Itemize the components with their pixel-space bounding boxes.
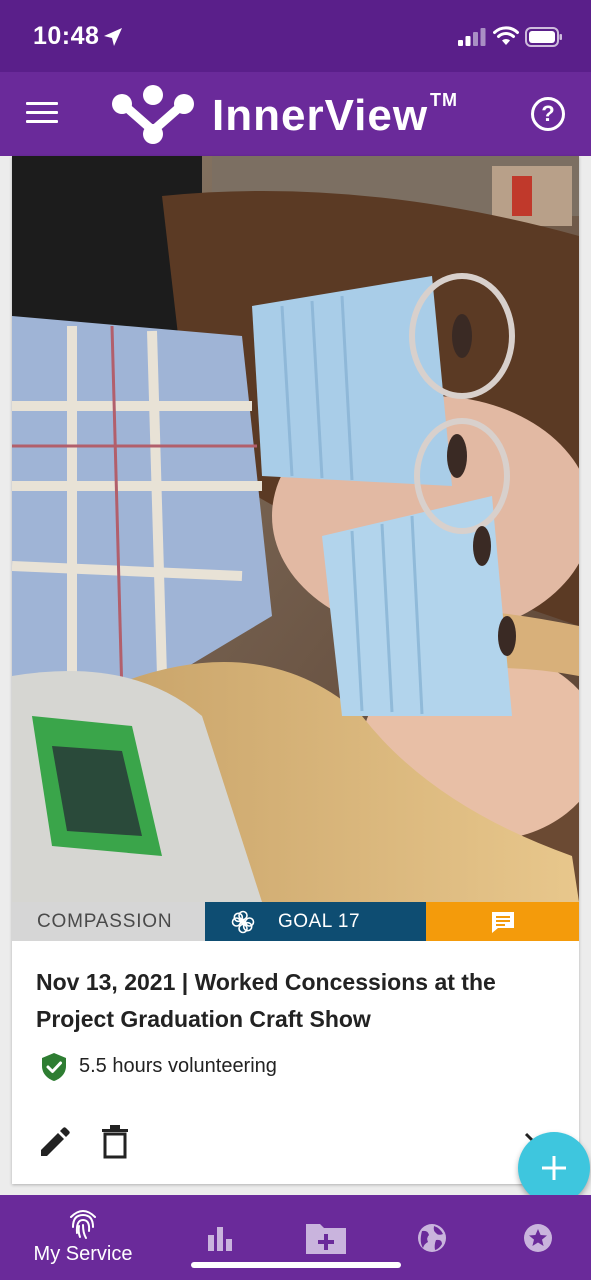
shield-check-icon: [42, 1053, 66, 1081]
logo-text: InnerView TM: [212, 90, 458, 141]
pencil-icon[interactable]: [38, 1125, 72, 1159]
help-icon: ?: [541, 101, 555, 126]
trash-icon[interactable]: [102, 1125, 128, 1159]
globe-icon: [418, 1224, 446, 1252]
entry-title: Nov 13, 2021 | Worked Concessions at the…: [36, 969, 496, 1032]
innerview-logo: InnerView TM: [110, 82, 490, 148]
comment-icon: [492, 912, 514, 933]
service-entry-card: COMPASSION GOAL 17 Nov 13, 2021 | Worked…: [12, 156, 579, 1184]
location-arrow-icon: [104, 28, 122, 46]
cellular-signal-icon: [458, 28, 486, 46]
hours-label: 5.5 hours volunteering: [79, 1055, 277, 1077]
entry-photo[interactable]: [12, 156, 579, 902]
entry-photo-image: [12, 156, 579, 902]
nav-badges[interactable]: [518, 1195, 558, 1280]
flower-icon: [231, 910, 255, 934]
menu-icon-bar: [26, 111, 58, 114]
menu-icon-bar: [26, 120, 58, 123]
goal-label: GOAL 17: [278, 911, 361, 932]
logo-trademark: TM: [430, 90, 459, 110]
battery-icon: [525, 27, 562, 47]
app-header: InnerView TM ?: [0, 72, 591, 156]
help-button[interactable]: ?: [531, 97, 565, 131]
app-screen: 10:48 InnerView TM ? COMPASSION GOAL 17 …: [0, 0, 591, 1280]
goal-tag[interactable]: GOAL 17: [205, 902, 426, 941]
logo-wordmark: InnerView: [212, 91, 429, 140]
bar-chart-icon: [208, 1227, 232, 1251]
logo-mark-icon: [112, 85, 194, 144]
fingerprint-icon: [70, 1210, 96, 1239]
folder-plus-icon: [306, 1224, 346, 1254]
comments-button[interactable]: [426, 902, 579, 941]
plus-icon: [542, 1156, 566, 1180]
category-tag: COMPASSION: [12, 902, 205, 941]
entry-tag-strip: COMPASSION GOAL 17: [12, 902, 579, 941]
status-time: 10:48: [33, 22, 100, 50]
nav-my-service[interactable]: My Service: [20, 1195, 146, 1280]
menu-icon-bar: [26, 102, 58, 105]
nav-my-service-label: My Service: [33, 1243, 133, 1265]
star-badge-icon: [524, 1224, 552, 1252]
home-indicator: [191, 1262, 401, 1268]
wifi-icon: [493, 26, 519, 45]
menu-button[interactable]: [26, 102, 58, 126]
add-entry-fab[interactable]: [518, 1132, 590, 1204]
nav-globe[interactable]: [412, 1195, 452, 1280]
status-bar: 10:48: [0, 0, 591, 72]
